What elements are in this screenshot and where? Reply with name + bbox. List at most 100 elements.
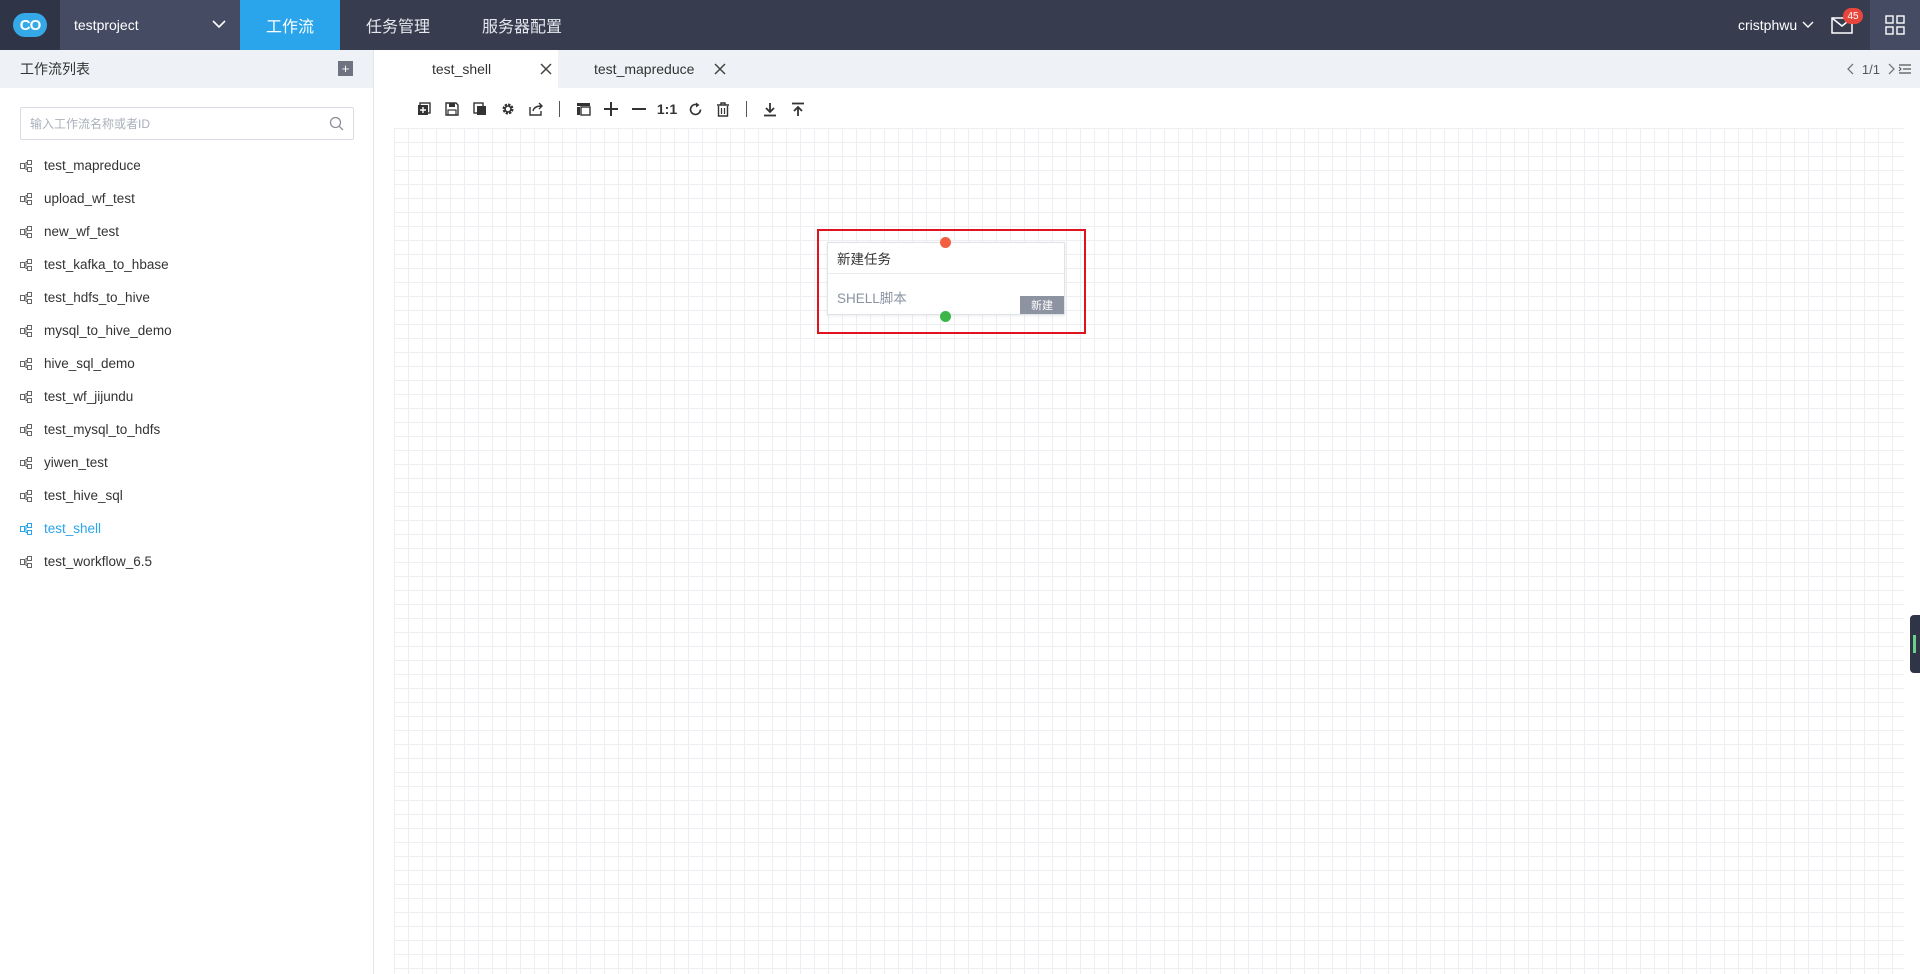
upload-icon — [792, 102, 804, 116]
upload-button[interactable] — [784, 98, 812, 120]
mail-count-badge: 45 — [1843, 8, 1863, 24]
workflow-icon — [20, 324, 32, 337]
workflow-list-item-label: test_wf_jijundu — [44, 389, 134, 404]
download-button[interactable] — [756, 98, 784, 120]
toolbar-divider — [746, 101, 747, 117]
workflow-icon — [20, 357, 32, 370]
tab-label: test_shell — [432, 61, 492, 77]
task-node-input-port[interactable] — [940, 237, 951, 248]
workflow-sidebar: 工作流列表 + test_mapreduce upload_wf_test new_… — [0, 50, 374, 974]
workflow-list-item-label: test_mysql_to_hdfs — [44, 422, 161, 437]
layout-icon — [576, 103, 591, 116]
project-selector[interactable]: testproject — [60, 0, 240, 50]
task-node-output-port[interactable] — [940, 311, 951, 322]
workflow-list-item[interactable]: test_mysql_to_hdfs — [0, 413, 373, 446]
task-node[interactable]: 新建任务 SHELL脚本 新建 — [827, 242, 1065, 315]
workflow-list-item[interactable]: test_mapreduce — [0, 149, 373, 182]
prev-page-button[interactable] — [1844, 62, 1858, 76]
new-task-button[interactable] — [410, 98, 438, 120]
workflow-icon — [20, 522, 32, 535]
user-menu[interactable]: cristphwu — [1738, 0, 1815, 50]
nav-workflow[interactable]: 工作流 — [240, 0, 340, 50]
apps-grid-button[interactable] — [1870, 0, 1920, 50]
tab-bar: test_shell test_mapreduce 1/1 — [375, 50, 1920, 88]
grid-icon — [1885, 15, 1905, 35]
workflow-list-item-label: hive_sql_demo — [44, 356, 135, 371]
workflow-list-item[interactable]: test_hdfs_to_hive — [0, 281, 373, 314]
nav-workflow-label: 工作流 — [265, 19, 314, 36]
workflow-list-item[interactable]: test_kafka_to_hbase — [0, 248, 373, 281]
zoom-in-button[interactable] — [597, 98, 625, 120]
close-icon[interactable] — [539, 62, 553, 76]
trash-icon — [717, 101, 729, 117]
nav-task-management-label: 任务管理 — [365, 19, 430, 36]
sidebar-header: 工作流列表 + — [0, 50, 373, 88]
next-page-button[interactable] — [1884, 62, 1898, 76]
search-icon[interactable] — [329, 116, 344, 131]
workflow-list: test_mapreduce upload_wf_test new_wf_testt… — [0, 149, 373, 578]
workflow-list-item-label: test_hdfs_to_hive — [44, 290, 150, 305]
workflow-list-item-label: test_mapreduce — [44, 158, 141, 173]
tab-list-button[interactable] — [1898, 62, 1912, 76]
copy-icon — [473, 102, 486, 115]
workflow-list-item-label: yiwen_test — [44, 455, 108, 470]
workflow-list-item[interactable]: hive_sql_demo — [0, 347, 373, 380]
side-panel-handle[interactable] — [1910, 615, 1920, 673]
tab-test-shell[interactable]: test_shell — [375, 50, 558, 88]
plus-icon — [604, 102, 618, 116]
workflow-list-item-label: test_shell — [44, 521, 102, 536]
page-indicator: 1/1 — [1861, 61, 1880, 77]
toolbar-divider — [559, 101, 560, 117]
tab-label: test_mapreduce — [594, 61, 695, 77]
workflow-canvas[interactable] — [394, 128, 1904, 974]
workflow-list-item[interactable]: test_workflow_6.5 — [0, 545, 373, 578]
close-icon[interactable] — [713, 62, 727, 76]
refresh-icon — [689, 102, 701, 115]
logo-badge: CO — [13, 13, 47, 37]
share-icon — [528, 102, 543, 116]
chevron-down-icon — [1802, 21, 1814, 28]
workflow-list-item[interactable]: upload_wf_test — [0, 182, 373, 215]
handle-grip — [1913, 635, 1916, 653]
search-input[interactable] — [21, 108, 311, 139]
chevron-left-icon — [1847, 63, 1854, 75]
workflow-list-item-label: new_wf_test — [44, 224, 120, 239]
minus-icon — [632, 108, 646, 110]
workflow-icon — [20, 258, 32, 271]
sidebar-title: 工作流列表 — [20, 61, 90, 77]
workflow-icon — [20, 489, 32, 502]
canvas-toolbar: 1:1 — [410, 98, 812, 120]
workflow-icon — [20, 192, 32, 205]
nav-server-config-label: 服务器配置 — [481, 19, 562, 36]
workflow-icon — [20, 390, 32, 403]
export-button[interactable] — [522, 98, 550, 120]
workflow-list-item[interactable]: test_shell — [0, 512, 373, 545]
settings-button[interactable] — [494, 98, 522, 120]
nav-task-management[interactable]: 任务管理 — [350, 0, 446, 50]
add-workflow-button[interactable]: + — [338, 61, 353, 76]
workflow-icon — [20, 456, 32, 469]
workflow-list-item[interactable]: mysql_to_hive_demo — [0, 314, 373, 347]
workflow-icon — [20, 225, 32, 238]
refresh-button[interactable] — [681, 98, 709, 120]
task-node-type: SHELL脚本 — [837, 291, 907, 306]
chevron-down-icon — [212, 20, 226, 29]
workflow-list-item[interactable]: test_hive_sql — [0, 479, 373, 512]
save-button[interactable] — [438, 98, 466, 120]
app-logo[interactable]: CO — [0, 0, 60, 50]
workflow-list-item-label: test_hive_sql — [44, 488, 123, 503]
nav-server-config[interactable]: 服务器配置 — [470, 0, 574, 50]
task-node-status-badge: 新建 — [1020, 296, 1064, 314]
workflow-search — [20, 107, 354, 140]
zoom-out-button[interactable] — [625, 98, 653, 120]
workflow-list-item[interactable]: yiwen_test — [0, 446, 373, 479]
gear-icon — [502, 103, 514, 115]
workflow-icon — [20, 291, 32, 304]
layout-button[interactable] — [569, 98, 597, 120]
zoom-reset-button[interactable]: 1:1 — [653, 98, 681, 120]
workflow-list-item[interactable]: new_wf_test — [0, 215, 373, 248]
tab-test-mapreduce[interactable]: test_mapreduce — [558, 50, 741, 88]
delete-button[interactable] — [709, 98, 737, 120]
workflow-list-item[interactable]: test_wf_jijundu — [0, 380, 373, 413]
copy-button[interactable] — [466, 98, 494, 120]
